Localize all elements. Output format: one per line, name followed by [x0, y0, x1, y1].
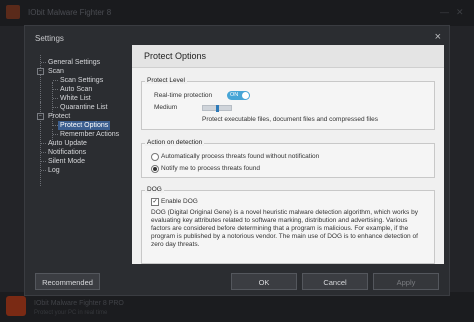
dialog-title: Settings [35, 34, 64, 43]
collapse-icon[interactable]: − [37, 68, 44, 75]
tree-connector [53, 107, 58, 108]
close-icon[interactable]: × [435, 31, 441, 43]
background-close-icon: ✕ [456, 7, 464, 17]
enable-dog-checkbox[interactable]: ✓ [151, 198, 159, 206]
product-box-icon [6, 296, 26, 316]
content-panel: Protect Options Protect Level Real-time … [132, 45, 444, 264]
cancel-button[interactable]: Cancel [302, 273, 368, 290]
group-label: DOG [145, 186, 164, 193]
tree-item-scan-settings[interactable]: Scan Settings [60, 76, 103, 85]
settings-tree: General Settings − Scan Scan Settings Au… [31, 45, 129, 264]
tree-item-notifications[interactable]: Notifications [48, 148, 86, 157]
collapse-icon[interactable]: − [37, 113, 44, 120]
slider-thumb[interactable] [216, 105, 219, 112]
tree-item-log[interactable]: Log [48, 166, 60, 175]
ok-button[interactable]: OK [231, 273, 297, 290]
radio-auto-process[interactable] [151, 153, 159, 161]
tree-connector [53, 98, 58, 99]
enable-dog-label[interactable]: Enable DOG [161, 198, 198, 205]
tree-connector [41, 152, 46, 153]
toggle-knob [242, 92, 249, 99]
radio-notify-label[interactable]: Notify me to process threats found [161, 165, 260, 172]
page-title: Protect Options [144, 51, 207, 61]
group-label: Action on detection [145, 139, 205, 146]
protect-level-value: Medium [154, 104, 178, 111]
toggle-state-label: ON [230, 92, 239, 98]
background-bottom-subtitle: Protect your PC in real time [34, 310, 108, 316]
tree-item-protect[interactable]: Protect [48, 112, 70, 121]
tree-connector [41, 170, 46, 171]
tree-connector [53, 89, 58, 90]
protect-level-description: Protect executable files, document files… [202, 116, 378, 123]
tree-connector [53, 134, 58, 135]
tree-item-protect-options[interactable]: Protect Options [58, 121, 111, 130]
background-bottom-title: IObit Malware Fighter 8 PRO [34, 300, 124, 307]
tree-item-remember-actions[interactable]: Remember Actions [60, 130, 119, 139]
protect-level-slider[interactable] [202, 105, 232, 112]
background-bottom-bar [0, 292, 474, 322]
panel-header: Protect Options [132, 45, 444, 68]
realtime-protection-label: Real-time protection [154, 92, 213, 99]
protect-level-group: Protect Level Real-time protection ON Me… [141, 77, 435, 130]
dog-description: DOG (Digital Original Gene) is a novel h… [151, 209, 418, 248]
dog-group: DOG ✓ Enable DOG DOG (Digital Original G… [141, 186, 435, 264]
tree-item-silent-mode[interactable]: Silent Mode [48, 157, 85, 166]
tree-connector [41, 161, 46, 162]
apply-button[interactable]: Apply [373, 273, 439, 290]
tree-item-auto-update[interactable]: Auto Update [48, 139, 87, 148]
tree-item-auto-scan[interactable]: Auto Scan [60, 85, 92, 94]
background-app-title: IObit Malware Fighter 8 [28, 8, 112, 17]
recommended-button[interactable]: Recommended [35, 273, 100, 290]
radio-auto-process-label[interactable]: Automatically process threats found with… [161, 153, 319, 160]
tree-item-scan[interactable]: Scan [48, 67, 64, 76]
realtime-protection-toggle[interactable]: ON [227, 91, 250, 100]
tree-connector [41, 62, 46, 63]
tree-connector [53, 80, 58, 81]
tree-connector [41, 143, 46, 144]
settings-dialog: Settings × General Settings − Scan Scan … [24, 25, 450, 296]
app-logo-icon [6, 5, 20, 19]
group-label: Protect Level [145, 77, 187, 84]
minimize-icon: — [440, 7, 449, 17]
radio-notify[interactable] [151, 165, 159, 173]
tree-item-general-settings[interactable]: General Settings [48, 58, 100, 67]
action-detection-group: Action on detection Automatically proces… [141, 139, 435, 178]
tree-item-white-list[interactable]: White List [60, 94, 91, 103]
tree-item-quarantine-list[interactable]: Quarantine List [60, 103, 107, 112]
